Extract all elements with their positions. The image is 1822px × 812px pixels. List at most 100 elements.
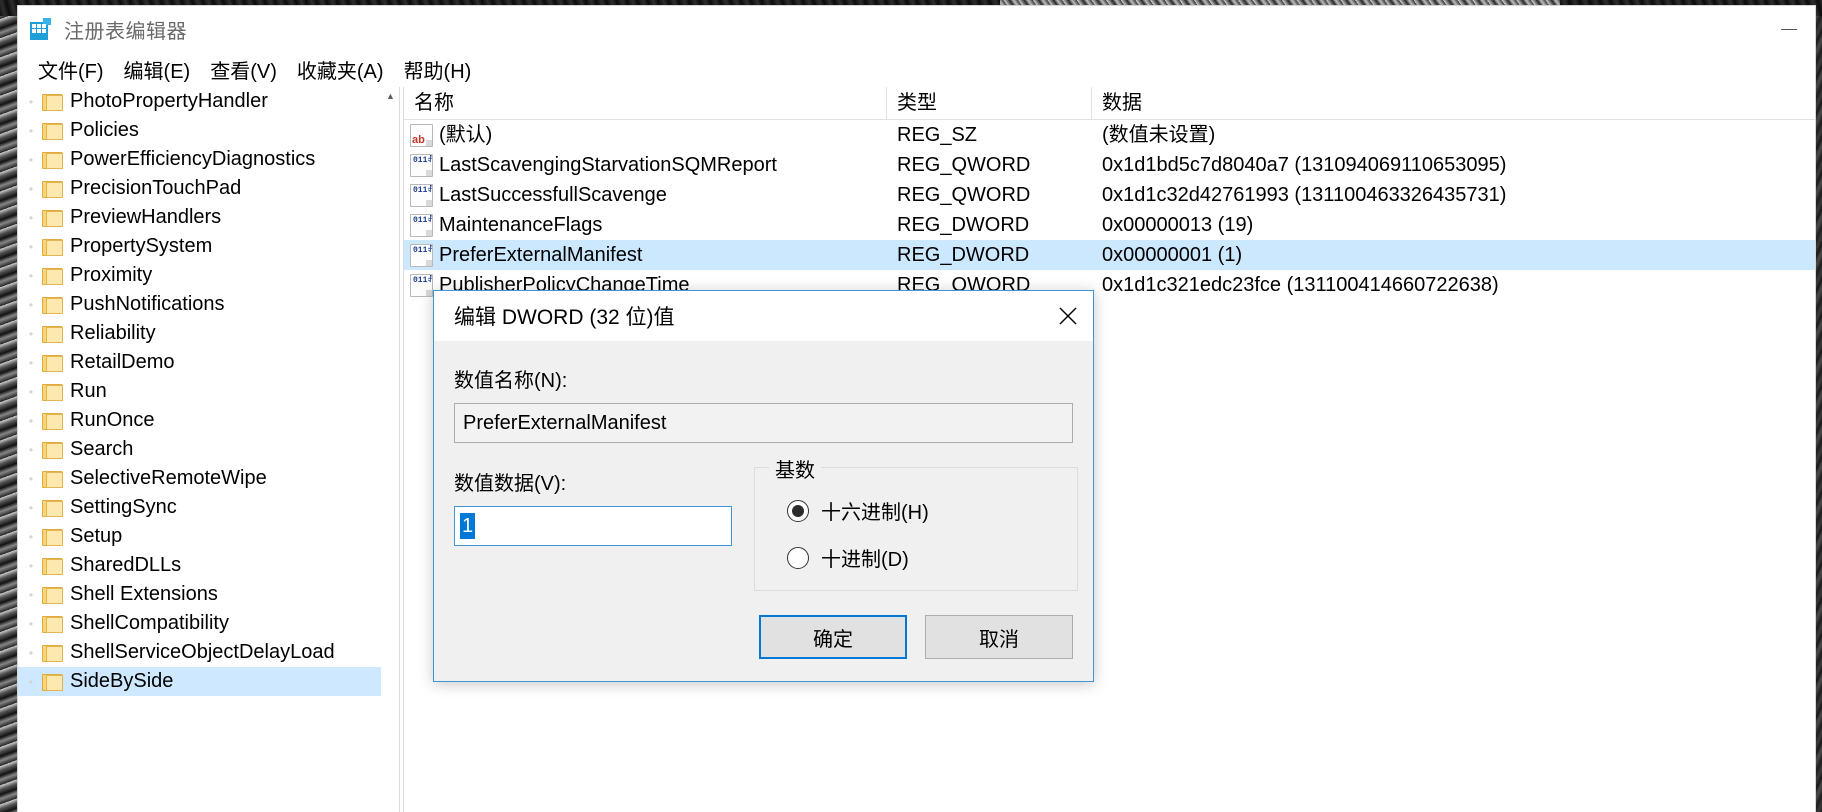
radio-decimal[interactable]: 十进制(D): [787, 543, 1077, 572]
tree-item[interactable]: • PowerEfficiencyDiagnostics: [18, 145, 399, 174]
window-controls: [1763, 6, 1815, 52]
close-icon[interactable]: [1043, 291, 1093, 341]
tree-item[interactable]: • PreviewHandlers: [18, 203, 399, 232]
tree-item[interactable]: • Run: [18, 377, 399, 406]
folder-icon: [42, 354, 63, 372]
tree-item-label: SelectiveRemoteWipe: [70, 467, 267, 489]
wallpaper-left-edge: [0, 0, 18, 812]
tree-expander-icon[interactable]: •: [20, 444, 42, 456]
table-row[interactable]: MaintenanceFlags REG_DWORD 0x00000013 (19): [404, 210, 1815, 240]
tree-item[interactable]: • RetailDemo: [18, 348, 399, 377]
tree-item-label: Run: [70, 380, 107, 402]
tree-item-label: ShellCompatibility: [70, 612, 229, 634]
value-data-input[interactable]: [454, 506, 732, 546]
tree-item-label: Setup: [70, 525, 123, 547]
folder-icon: [42, 122, 63, 140]
cell-data: 0x00000013 (19): [1102, 214, 1254, 236]
tree-item-label: SettingSync: [70, 496, 177, 518]
folder-icon: [42, 325, 63, 343]
registry-tree-pane[interactable]: • PhotoPropertyHandler • Policies • PowerEffi…: [18, 87, 399, 812]
cell-data: 0x1d1c32d42761993 (131100463326435731): [1102, 184, 1507, 206]
tree-expander-icon[interactable]: •: [20, 299, 42, 311]
radio-hexadecimal-mark[interactable]: [787, 499, 809, 522]
cell-name: (默认): [404, 120, 887, 150]
tree-expander-icon[interactable]: •: [20, 125, 42, 137]
radio-decimal-mark[interactable]: [787, 546, 809, 569]
dialog-title: 编辑 DWORD (32 位)值: [454, 306, 675, 329]
tree-item-label: SharedDLLs: [70, 554, 182, 576]
tree-scrollbar-thumb[interactable]: [382, 104, 399, 224]
tree-item[interactable]: • ShellServiceObjectDelayLoad: [18, 638, 399, 667]
tree-expander-icon[interactable]: •: [20, 589, 42, 601]
radio-hexadecimal[interactable]: 十六进制(H): [787, 496, 1077, 525]
tree-expander-icon[interactable]: •: [20, 560, 42, 572]
column-header-data[interactable]: 数据: [1092, 87, 1815, 119]
value-name-input[interactable]: [454, 403, 1073, 443]
edit-dword-dialog: 编辑 DWORD (32 位)值 数值名称(N): 数值数据(V): 1: [433, 290, 1094, 682]
table-row[interactable]: LastScavengingStarvationSQMReport REG_QWO…: [404, 150, 1815, 180]
tree-expander-icon[interactable]: •: [20, 647, 42, 659]
tree-expander-icon[interactable]: •: [20, 531, 42, 543]
tree-scrollbar[interactable]: ▲: [381, 87, 399, 812]
tree-item[interactable]: • ShellCompatibility: [18, 609, 399, 638]
table-row[interactable]: LastSuccessfullScavenge REG_QWORD 0x1d1c32…: [404, 180, 1815, 210]
tree-expander-icon[interactable]: •: [20, 357, 42, 369]
scroll-up-icon[interactable]: ▲: [382, 87, 399, 104]
tree-item[interactable]: • SideBySide: [18, 667, 399, 696]
value-name-text: (默认): [439, 124, 493, 146]
menu-view[interactable]: 查看(V): [200, 53, 287, 86]
tree-item-label: PrecisionTouchPad: [70, 177, 242, 199]
tree-item[interactable]: • Shell Extensions: [18, 580, 399, 609]
tree-item-label: RetailDemo: [70, 351, 175, 373]
tree-item[interactable]: • SharedDLLs: [18, 551, 399, 580]
tree-item[interactable]: • Reliability: [18, 319, 399, 348]
cell-type: REG_SZ: [897, 124, 978, 146]
value-data-label: 数值数据(V):: [454, 473, 567, 495]
table-row[interactable]: PreferExternalManifest REG_DWORD 0x0000000…: [404, 240, 1815, 270]
column-header-name[interactable]: 名称: [404, 87, 887, 119]
tree-item[interactable]: • PhotoPropertyHandler: [18, 87, 399, 116]
tree-expander-icon[interactable]: •: [20, 270, 42, 282]
tree-expander-icon[interactable]: •: [20, 473, 42, 485]
tree-expander-icon[interactable]: •: [20, 241, 42, 253]
ok-button[interactable]: 确定: [759, 615, 907, 659]
tree-item-label: PhotoPropertyHandler: [70, 90, 268, 112]
cell-name: PreferExternalManifest: [404, 240, 887, 270]
menu-favorites[interactable]: 收藏夹(A): [287, 53, 394, 86]
cell-data: 0x1d1c321edc23fce (131100414660722638): [1102, 274, 1499, 296]
value-data-column: 数值数据(V): 1: [454, 467, 754, 591]
tree-item[interactable]: • PushNotifications: [18, 290, 399, 319]
tree-expander-icon[interactable]: •: [20, 154, 42, 166]
menu-edit[interactable]: 编辑(E): [114, 53, 201, 86]
tree-expander-icon[interactable]: •: [20, 183, 42, 195]
tree-expander-icon[interactable]: •: [20, 618, 42, 630]
tree-expander-icon[interactable]: •: [20, 676, 42, 688]
menu-help[interactable]: 帮助(H): [394, 53, 482, 86]
column-header-type[interactable]: 类型: [887, 87, 1092, 119]
binary-value-icon: [410, 153, 433, 177]
tree-item-label: SideBySide: [70, 670, 174, 692]
tree-expander-icon[interactable]: •: [20, 328, 42, 340]
table-row[interactable]: (默认) REG_SZ (数值未设置): [404, 120, 1815, 150]
folder-icon: [42, 151, 63, 169]
tree-item[interactable]: • Setup: [18, 522, 399, 551]
menu-file[interactable]: 文件(F): [28, 53, 114, 86]
cancel-button[interactable]: 取消: [925, 615, 1073, 659]
tree-item[interactable]: • SettingSync: [18, 493, 399, 522]
cell-type: REG_DWORD: [897, 214, 1030, 236]
tree-expander-icon[interactable]: •: [20, 386, 42, 398]
tree-item[interactable]: • Policies: [18, 116, 399, 145]
folder-icon: [42, 557, 63, 575]
tree-item[interactable]: • Search: [18, 435, 399, 464]
tree-item[interactable]: • SelectiveRemoteWipe: [18, 464, 399, 493]
tree-item[interactable]: • PropertySystem: [18, 232, 399, 261]
minimize-button[interactable]: [1763, 6, 1815, 52]
tree-expander-icon[interactable]: •: [20, 96, 42, 108]
tree-expander-icon[interactable]: •: [20, 415, 42, 427]
folder-icon: [42, 383, 63, 401]
tree-expander-icon[interactable]: •: [20, 212, 42, 224]
tree-item[interactable]: • RunOnce: [18, 406, 399, 435]
tree-item[interactable]: • Proximity: [18, 261, 399, 290]
tree-expander-icon[interactable]: •: [20, 502, 42, 514]
tree-item[interactable]: • PrecisionTouchPad: [18, 174, 399, 203]
